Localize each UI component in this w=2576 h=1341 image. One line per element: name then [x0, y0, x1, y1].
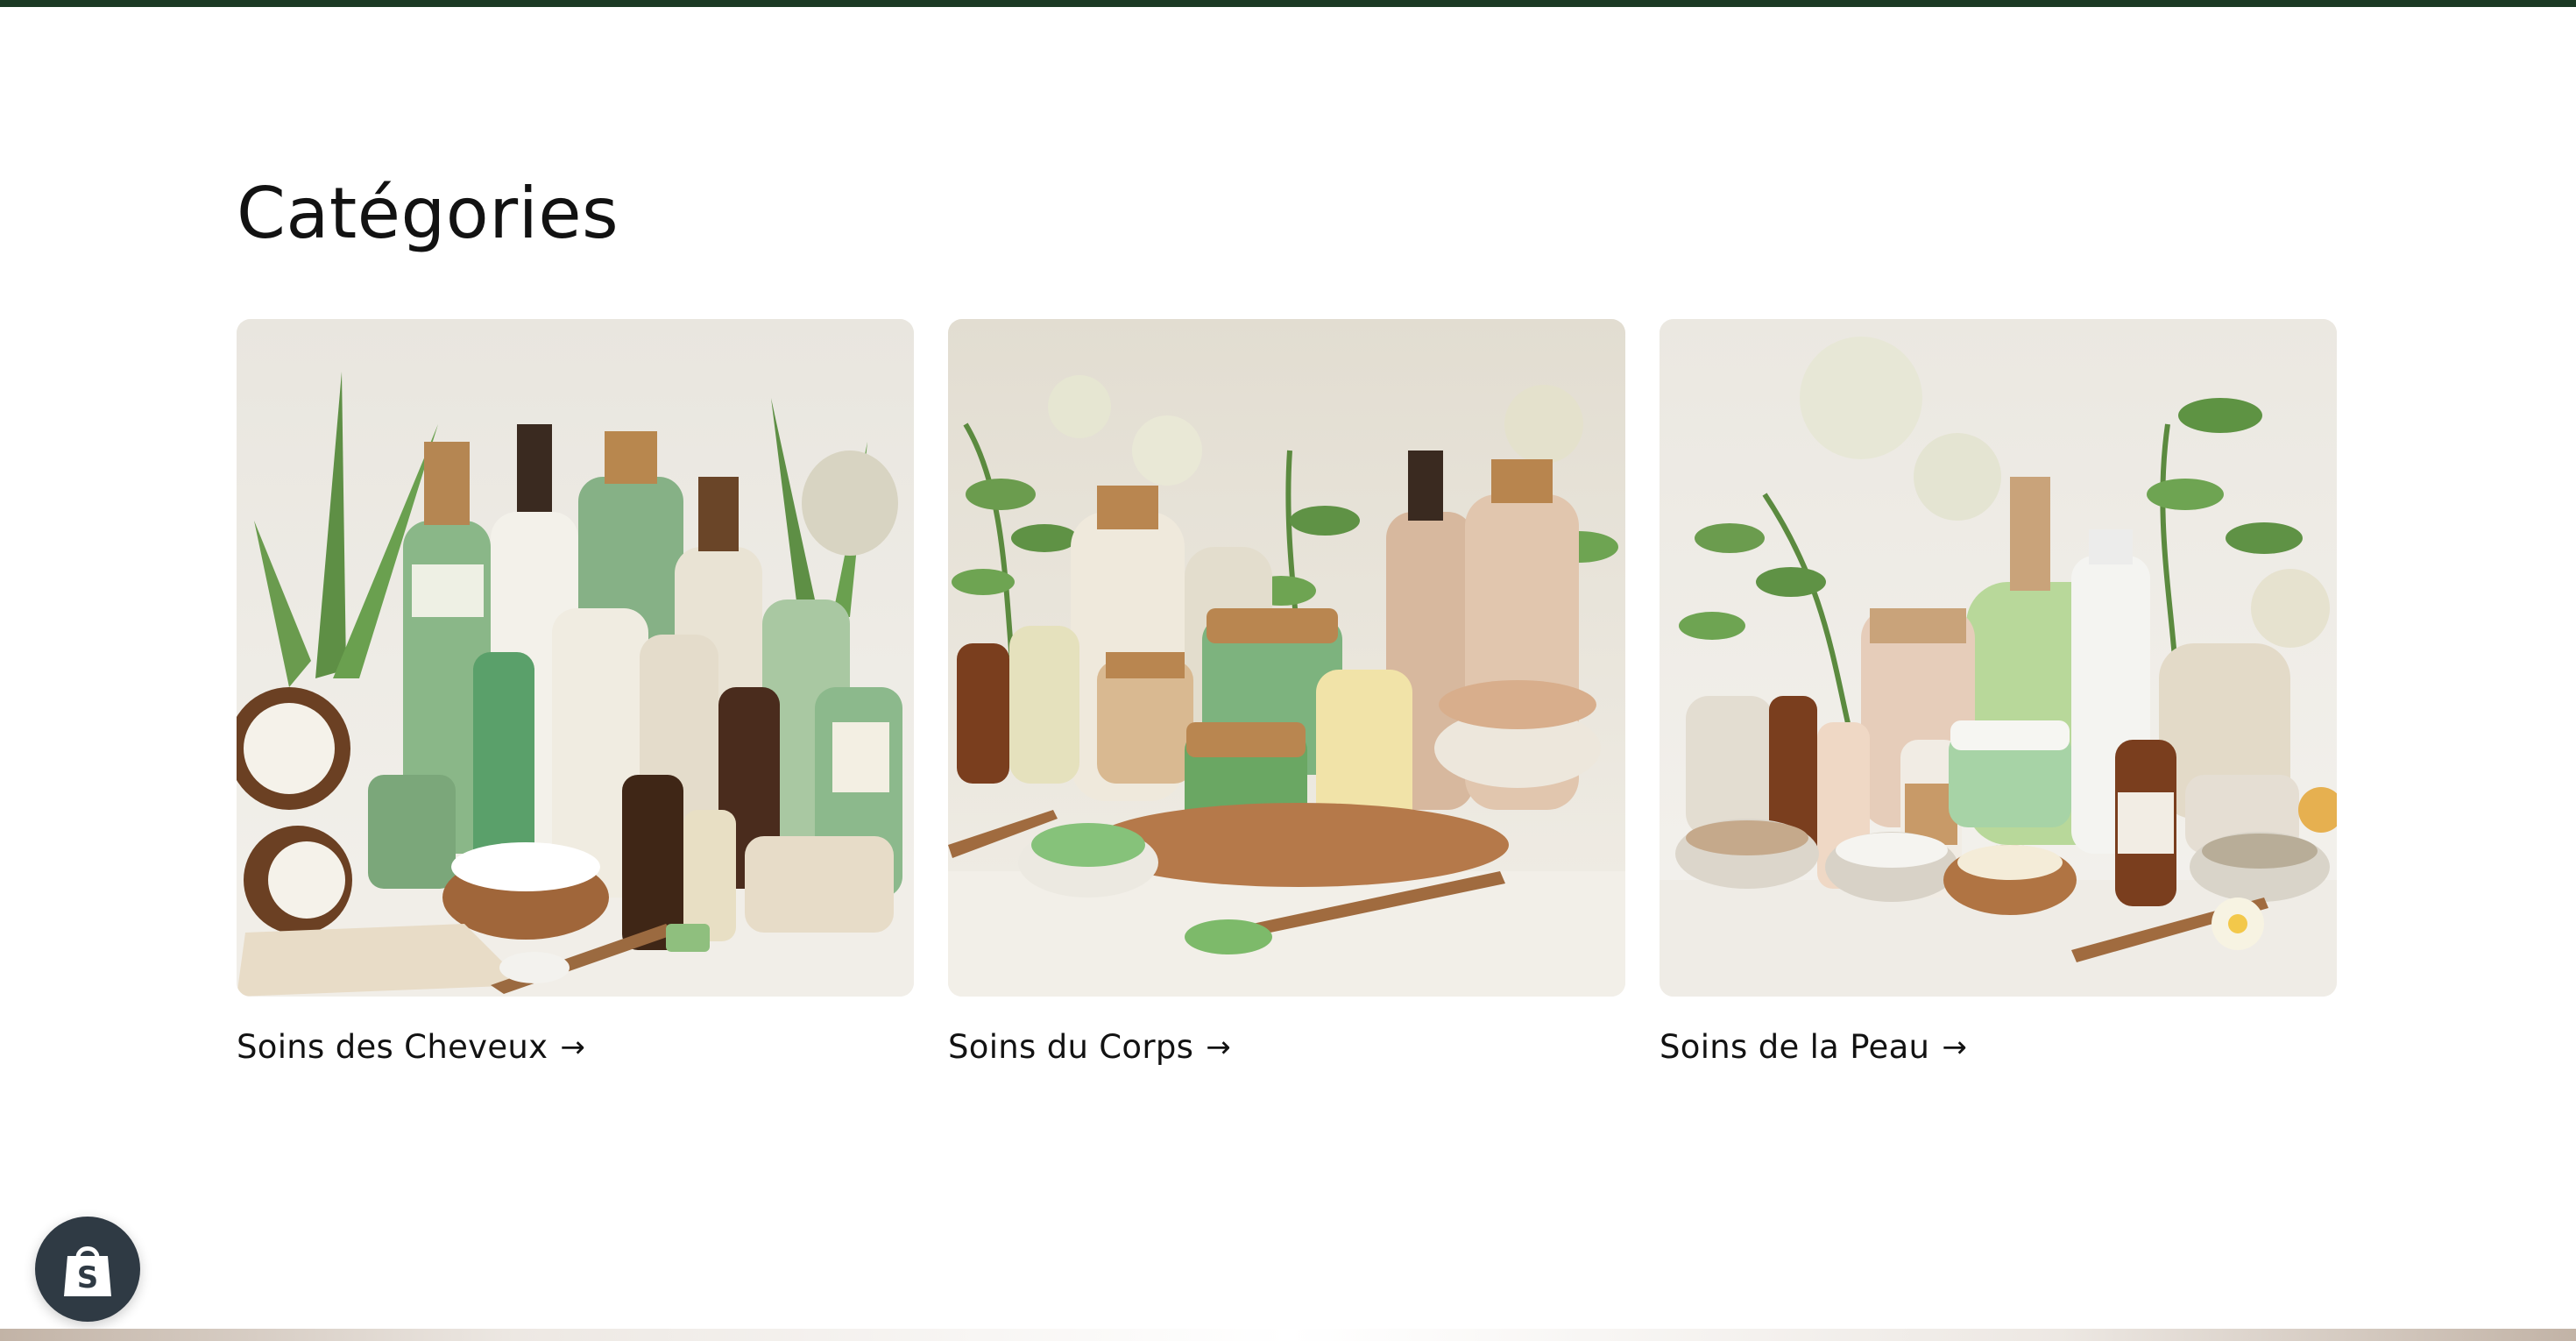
category-link-body[interactable]: Soins du Corps → [948, 1028, 1625, 1066]
category-link-skin[interactable]: Soins de la Peau → [1660, 1028, 2337, 1066]
category-grid: Soins des Cheveux → Soins du Corps → Soi… [237, 319, 2337, 1066]
shopify-bag-icon[interactable]: S [35, 1217, 140, 1322]
category-card-body[interactable]: Soins du Corps → [948, 319, 1625, 1066]
section-title: Catégories [237, 173, 619, 254]
svg-text:S: S [77, 1260, 99, 1295]
skin-care-products-image[interactable] [1660, 319, 2337, 997]
arrow-right-icon: → [1206, 1029, 1232, 1065]
category-label: Soins de la Peau [1660, 1028, 1930, 1066]
category-label: Soins des Cheveux [237, 1028, 548, 1066]
category-label: Soins du Corps [948, 1028, 1194, 1066]
category-card-hair[interactable]: Soins des Cheveux → [237, 319, 914, 1066]
body-care-products-image[interactable] [948, 319, 1625, 997]
category-link-hair[interactable]: Soins des Cheveux → [237, 1028, 914, 1066]
arrow-right-icon: → [560, 1029, 586, 1065]
arrow-right-icon: → [1942, 1029, 1968, 1065]
categories-section: Catégories Soins des Cheveux → Soins du … [237, 173, 2339, 1066]
hair-care-products-image[interactable] [237, 319, 914, 997]
bottom-divider [0, 1329, 2576, 1341]
top-accent-bar [0, 0, 2576, 7]
category-card-skin[interactable]: Soins de la Peau → [1660, 319, 2337, 1066]
